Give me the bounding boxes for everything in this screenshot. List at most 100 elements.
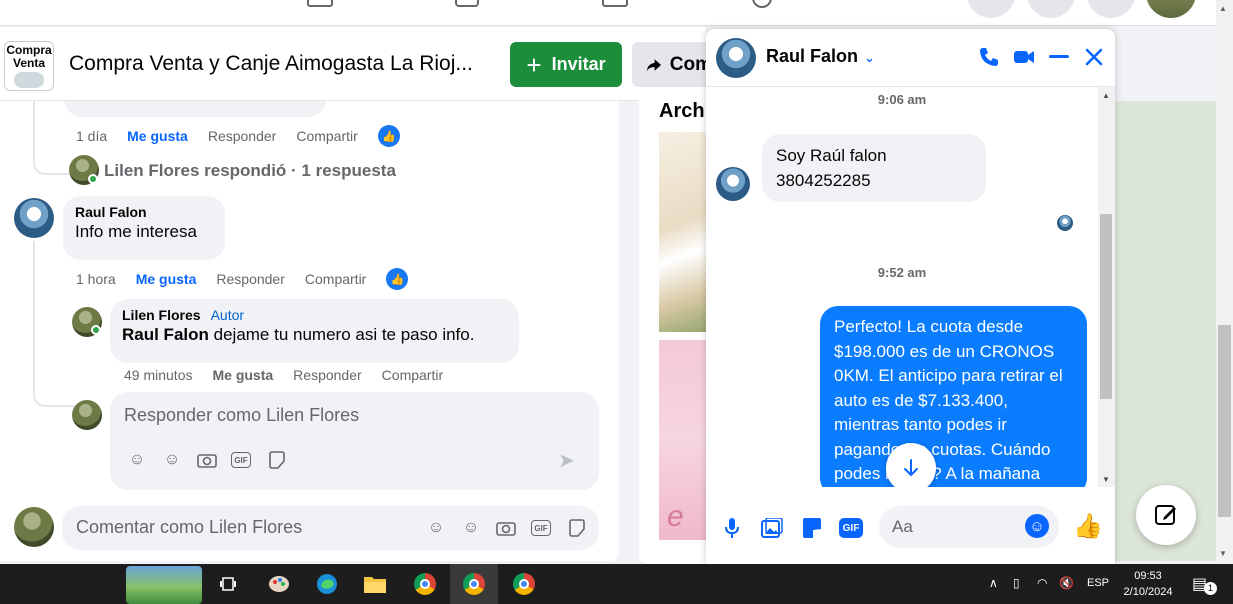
page-scrollbar-thumb[interactable] xyxy=(1218,325,1231,517)
new-message-button[interactable] xyxy=(1136,485,1196,545)
online-status-dot xyxy=(91,325,101,335)
comment-input-box[interactable]: Comentar como Lilen Flores ☺ ☺ GIF xyxy=(62,506,599,550)
thread-line xyxy=(33,101,69,175)
comment-time[interactable]: 1 hora xyxy=(76,271,116,287)
scroll-down-arrow-icon[interactable]: ▼ xyxy=(1219,549,1227,558)
scroll-to-bottom-button[interactable] xyxy=(886,443,936,487)
author-badge: Autor xyxy=(210,307,245,323)
gif-icon[interactable]: GIF xyxy=(531,520,551,536)
photo-attach-icon[interactable] xyxy=(759,515,785,541)
comment-time[interactable]: 49 minutos xyxy=(124,367,192,383)
gif-icon[interactable]: GIF xyxy=(839,518,863,538)
chrome-icon[interactable] xyxy=(411,570,439,598)
wifi-icon[interactable]: ◠ xyxy=(1037,576,1047,590)
photo-thumbnail[interactable] xyxy=(659,132,709,332)
volume-muted-icon[interactable]: 🔇 xyxy=(1059,576,1074,590)
edge-icon[interactable] xyxy=(313,570,341,598)
scroll-up-arrow-icon[interactable]: ▲ xyxy=(1102,91,1110,100)
avatar[interactable] xyxy=(14,507,54,547)
reply-input-placeholder[interactable]: Responder como Lilen Flores xyxy=(124,405,359,426)
mention-link[interactable]: Raul Falon xyxy=(122,325,209,344)
sticker-icon[interactable] xyxy=(799,515,825,541)
incoming-message[interactable]: Soy Raúl falon 3804252285 xyxy=(762,134,986,202)
share-link[interactable]: Compartir xyxy=(382,367,443,383)
emoji-icon[interactable]: ☺ xyxy=(161,449,183,471)
emoji-icon[interactable]: ☺ xyxy=(1025,514,1049,538)
avatar[interactable] xyxy=(716,38,756,78)
groups-nav-icon[interactable] xyxy=(305,0,335,18)
clock-time: 09:53 xyxy=(1134,570,1162,582)
emoji-icon[interactable]: ☺ xyxy=(460,517,482,539)
like-reaction-icon[interactable]: 👍 xyxy=(386,268,409,290)
language-indicator[interactable]: ESP xyxy=(1087,577,1109,589)
microphone-icon[interactable] xyxy=(719,515,745,541)
paint-icon[interactable] xyxy=(265,570,293,598)
share-link[interactable]: Compartir xyxy=(296,128,357,144)
avatar[interactable] xyxy=(72,400,102,430)
profile-avatar[interactable] xyxy=(1146,0,1196,18)
like-link[interactable]: Me gusta xyxy=(136,271,197,287)
chat-scrollbar[interactable]: ▲ ▼ xyxy=(1098,87,1115,487)
avatar-sticker-icon[interactable]: ☺ xyxy=(425,517,447,539)
scroll-up-arrow-icon[interactable]: ▲ xyxy=(1219,4,1227,13)
like-link[interactable]: Me gusta xyxy=(127,128,188,144)
notification-center-icon[interactable]: ▤ 1 xyxy=(1192,574,1217,595)
like-thumb-icon[interactable]: 👍 xyxy=(1073,512,1103,541)
chrome-profile-icon[interactable] xyxy=(510,570,538,598)
share-link[interactable]: Compartir xyxy=(305,271,366,287)
invite-button[interactable]: + Invitar xyxy=(510,42,622,87)
system-clock[interactable]: 09:53 2/10/2024 xyxy=(1120,568,1176,600)
reply-link[interactable]: Responder xyxy=(208,128,277,144)
camera-icon[interactable] xyxy=(196,449,218,471)
reply-author[interactable]: Lilen Flores xyxy=(122,307,201,323)
comment-author[interactable]: Raul Falon xyxy=(75,204,213,220)
avatar[interactable] xyxy=(716,167,750,201)
like-reaction-icon[interactable]: 👍 xyxy=(377,125,400,147)
task-view-icon[interactable] xyxy=(214,570,242,598)
message-input[interactable]: Aa ☺ xyxy=(879,506,1059,548)
group-thumbnail[interactable]: Compra Venta xyxy=(4,41,54,91)
message-line: Soy Raúl falon xyxy=(776,146,887,165)
video-call-icon[interactable] xyxy=(1010,43,1038,71)
photo-thumbnail[interactable]: e xyxy=(659,340,709,540)
phone-icon[interactable] xyxy=(975,43,1003,71)
notifications-nav-icon[interactable] xyxy=(1087,0,1135,18)
video-nav-icon[interactable] xyxy=(452,0,482,18)
chat-window: Raul Falon ⌄ 9:06 am Soy Raúl falon 38042… xyxy=(706,29,1115,564)
chrome-profile-icon[interactable] xyxy=(460,570,488,598)
share-button[interactable]: Com xyxy=(632,42,712,87)
reply-link[interactable]: Responder xyxy=(216,271,285,287)
avatar[interactable] xyxy=(14,198,54,238)
sticker-icon[interactable] xyxy=(566,517,588,539)
chat-scrollbar-thumb[interactable] xyxy=(1100,214,1112,399)
comment-input-placeholder[interactable]: Comentar como Lilen Flores xyxy=(76,517,302,538)
messenger-nav-icon[interactable] xyxy=(1027,0,1075,18)
comment-time[interactable]: 1 día xyxy=(76,128,107,144)
scroll-down-arrow-icon[interactable]: ▼ xyxy=(1102,475,1110,484)
chat-header: Raul Falon ⌄ xyxy=(706,29,1115,87)
battery-icon[interactable]: ▯ xyxy=(1013,576,1020,590)
chat-contact-name[interactable]: Raul Falon ⌄ xyxy=(766,46,875,67)
marketplace-nav-icon[interactable] xyxy=(600,0,630,18)
gaming-nav-icon[interactable] xyxy=(747,0,777,18)
close-icon[interactable] xyxy=(1080,43,1108,71)
send-icon[interactable]: ➤ xyxy=(558,448,575,473)
replies-link[interactable]: Lilen Flores respondió · 1 respuesta xyxy=(104,161,396,181)
reply-link[interactable]: Responder xyxy=(293,367,362,383)
outgoing-message[interactable]: Perfecto! La cuota desde $198.000 es de … xyxy=(820,306,1087,487)
like-link[interactable]: Me gusta xyxy=(212,367,273,383)
page-scrollbar[interactable] xyxy=(1216,0,1233,564)
gif-icon[interactable]: GIF xyxy=(231,452,251,468)
group-title[interactable]: Compra Venta y Canje Aimogasta La Rioj..… xyxy=(69,52,473,76)
sticker-icon[interactable] xyxy=(266,449,288,471)
reply-input-box[interactable]: Responder como Lilen Flores ☺ ☺ GIF ➤ xyxy=(110,392,599,490)
show-hidden-icons-icon[interactable]: ∧ xyxy=(989,576,998,590)
start-landscape-image[interactable] xyxy=(126,566,202,604)
camera-icon[interactable] xyxy=(495,517,517,539)
menu-grid-icon[interactable] xyxy=(967,0,1015,18)
minimize-icon[interactable] xyxy=(1045,43,1073,71)
compose-icon xyxy=(1155,505,1176,525)
message-input-placeholder[interactable]: Aa xyxy=(892,517,913,537)
file-explorer-icon[interactable] xyxy=(361,570,389,598)
avatar-sticker-icon[interactable]: ☺ xyxy=(126,449,148,471)
